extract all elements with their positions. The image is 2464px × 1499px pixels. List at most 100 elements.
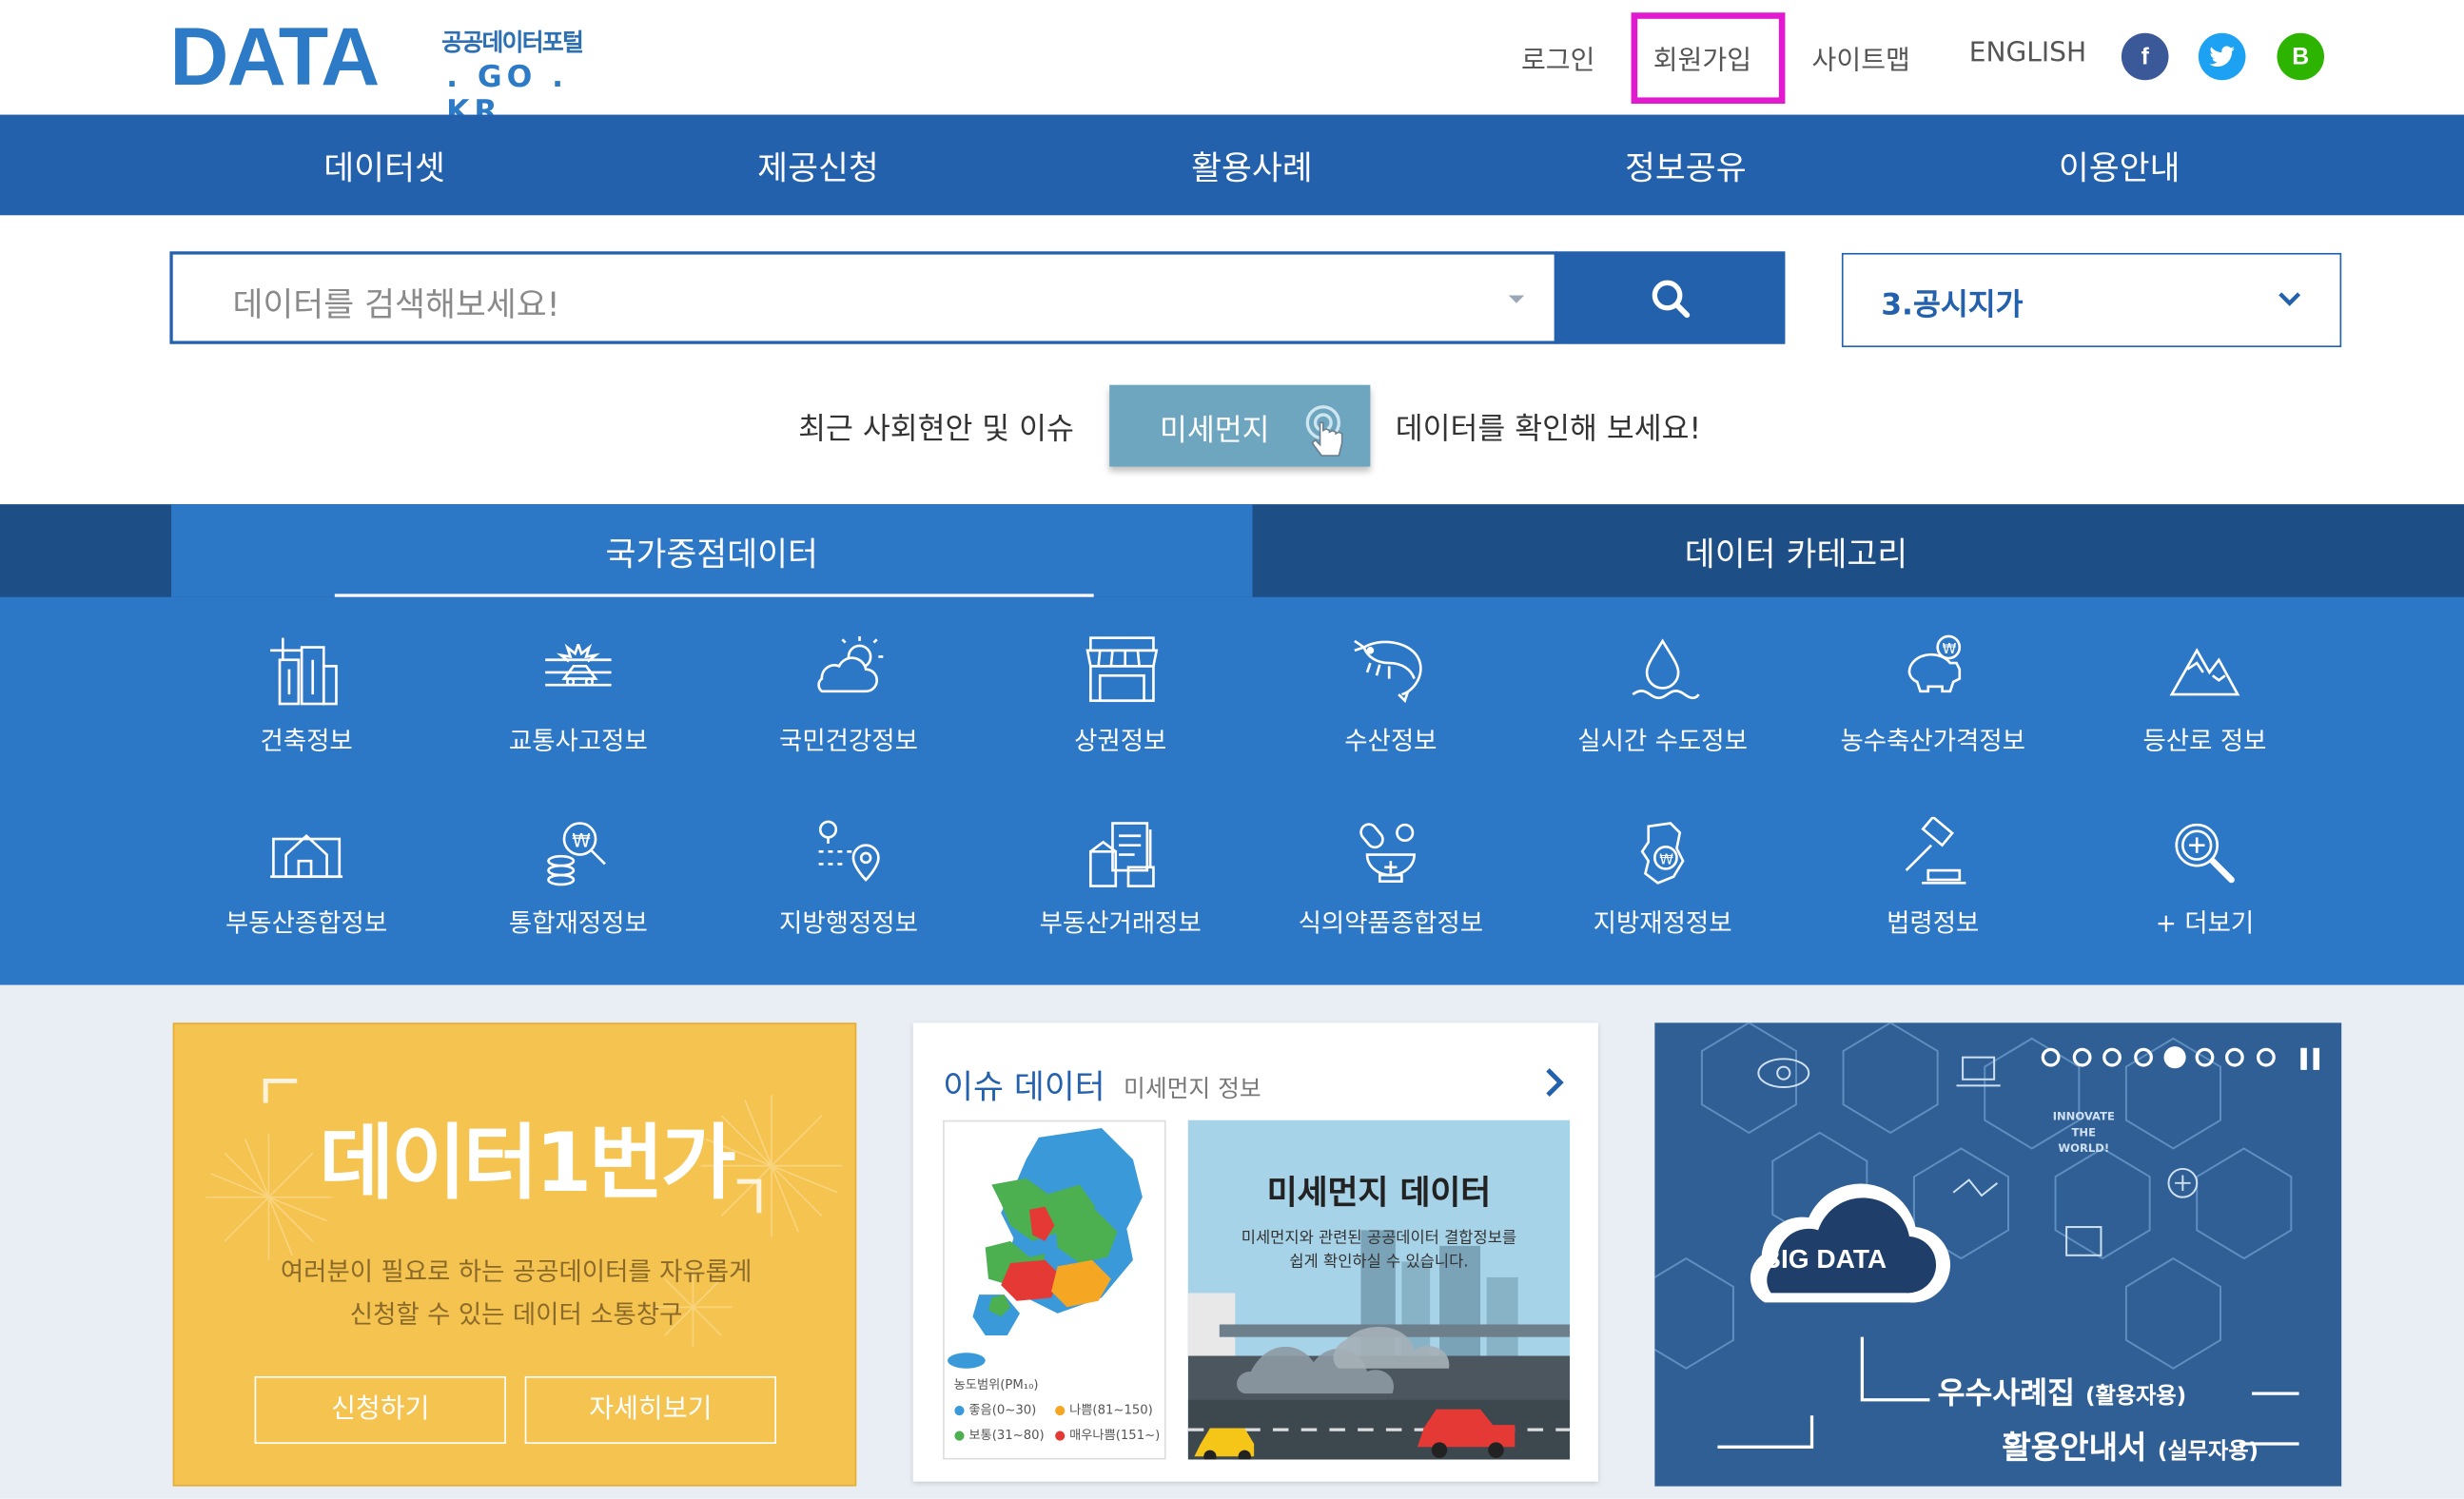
sitemap-link[interactable]: 사이트맵	[1812, 38, 1910, 77]
store-icon	[1085, 636, 1159, 703]
fine-dust-image-desc2: 쉽게 확인하실 수 있습니다.	[1289, 1254, 1469, 1272]
real-estate-doc-icon	[1089, 822, 1155, 887]
svg-text:₩: ₩	[1659, 850, 1673, 867]
nav-guide[interactable]: 이용안내	[2059, 143, 2180, 190]
legend-good-label: 좋음(0~30)	[968, 1403, 1037, 1417]
search-dropdown-caret-icon[interactable]	[1508, 295, 1525, 303]
category-item-water[interactable]: 실시간 수도정보	[1528, 632, 1798, 757]
slide-dot[interactable]	[2133, 1047, 2153, 1067]
issue-data-card[interactable]: 이슈 데이터 미세먼지 정보 농도범위(PM₁₀) ● 좋음(0~30) ● 나…	[912, 1022, 1598, 1482]
english-link[interactable]: ENGLISH	[1969, 38, 2086, 69]
pause-icon[interactable]	[2299, 1046, 2321, 1071]
building-icon	[270, 637, 338, 706]
legend-bad-label: 나쁨(81~150)	[1069, 1403, 1153, 1417]
category-label: 지방재정정보	[1593, 907, 1732, 939]
category-item-local-admin[interactable]: 지방행정정보	[714, 817, 984, 940]
slide-dot[interactable]	[2224, 1047, 2244, 1067]
category-label: 등산로 정보	[2142, 726, 2267, 756]
issue-select-value: 3.공시지가	[1881, 287, 2024, 322]
search-input[interactable]: 데이터를 검색해보세요!	[169, 251, 1557, 344]
issue-select[interactable]: 3.공시지가	[1841, 252, 2342, 348]
issue-prefix: 최근 사회현안 및 이슈	[798, 411, 1074, 447]
legend-very-bad-label: 매우나쁨(151~)	[1069, 1428, 1161, 1443]
korea-map-image	[948, 1127, 1143, 1369]
category-label: 농수축산가격정보	[1840, 726, 2025, 756]
finance-search-icon: ₩	[547, 822, 606, 886]
slide-dot[interactable]	[2256, 1047, 2275, 1067]
nav-request[interactable]: 제공신청	[757, 143, 879, 190]
cloud-icon	[1750, 1183, 1951, 1303]
slide-dot[interactable]	[2102, 1047, 2122, 1067]
medicine-mortar-icon	[1359, 823, 1416, 883]
legend-normal-label: 보통(31~80)	[968, 1428, 1045, 1443]
chevron-down-icon	[2278, 292, 2301, 306]
category-item-law[interactable]: 법령정보	[1798, 816, 2068, 940]
nav-dataset[interactable]: 데이터셋	[323, 143, 445, 190]
category-item-more[interactable]: + 더보기	[2069, 817, 2339, 940]
main-nav: 데이터셋 제공신청 활용사례 정보공유 이용안내	[0, 114, 2464, 216]
category-label: 지방행정정보	[779, 907, 918, 939]
category-item-fishery[interactable]: 수산정보	[1256, 632, 1526, 757]
tab-national-key-data-label: 국가중점데이터	[605, 535, 818, 574]
piggy-bank-icon: ₩	[1907, 634, 1962, 693]
logo-subtitle: 공공데이터포털	[441, 28, 584, 57]
slide-dot[interactable]	[2041, 1047, 2061, 1067]
water-drop-icon	[1632, 638, 1700, 700]
svg-text:₩: ₩	[1943, 640, 1957, 657]
twitter-icon[interactable]	[2198, 32, 2246, 81]
category-item-medicine[interactable]: 식의약품종합정보	[1256, 817, 1526, 940]
category-label: 실시간 수도정보	[1577, 726, 1748, 756]
chevron-right-icon[interactable]	[1541, 1067, 1566, 1099]
svg-text:₩: ₩	[572, 829, 591, 851]
nav-use-cases[interactable]: 활용사례	[1191, 143, 1313, 190]
issue-fine-dust-button[interactable]: 미세먼지	[1109, 384, 1371, 467]
category-item-real-estate[interactable]: 부동산종합정보	[171, 817, 441, 940]
category-label: 상권정보	[1074, 726, 1167, 756]
fine-dust-image: 미세먼지 데이터 미세먼지와 관련된 공공데이터 결합정보를 쉽게 확인하실 수…	[1187, 1119, 1571, 1460]
portal-logo[interactable]: DATA 공공데이터포털 . GO . KR	[169, 16, 625, 129]
join-link[interactable]: 회원가입	[1653, 38, 1751, 77]
category-item-finance[interactable]: ₩ 통합재정정보	[443, 817, 714, 940]
legend-normal: ● 보통(31~80)	[953, 1428, 1045, 1443]
view-detail-button[interactable]: 자세히보기	[524, 1375, 776, 1445]
data-request-title: 데이터1번가	[319, 1117, 735, 1212]
category-item-commerce[interactable]: 상권정보	[986, 632, 1256, 757]
category-item-real-estate-trade[interactable]: 부동산거래정보	[986, 817, 1256, 940]
case-book-sub: (활용자용)	[2084, 1384, 2187, 1410]
category-label: 건축정보	[260, 726, 353, 756]
legend-good: ● 좋음(0~30)	[953, 1403, 1037, 1417]
category-item-building[interactable]: 건축정보	[171, 632, 441, 757]
data-request-card[interactable]: 데이터1번가 여러분이 필요로 하는 공공데이터를 자유롭게 신청할 수 있는 …	[172, 1022, 857, 1487]
house-icon	[270, 833, 343, 879]
facebook-icon[interactable]: f	[2121, 32, 2169, 81]
big-data-label: BIG DATA	[1761, 1244, 1887, 1275]
category-item-price[interactable]: ₩ 농수축산가격정보	[1798, 632, 2068, 757]
search-icon	[1652, 279, 1691, 318]
category-label: 통합재정정보	[508, 907, 648, 939]
category-item-health[interactable]: 국민건강정보	[714, 632, 984, 757]
innovate-tagline: INNOVATE THE WORLD!	[2052, 1110, 2115, 1156]
slide-dot[interactable]	[2163, 1046, 2186, 1069]
bigdata-banner-card[interactable]: INNOVATE THE WORLD! BIG DATA 우수사례집 (활용자용…	[1654, 1022, 2342, 1487]
category-label: 법령정보	[1887, 907, 1980, 939]
case-book-title: 우수사례집	[1937, 1375, 2076, 1411]
slide-dot[interactable]	[2194, 1047, 2214, 1067]
slide-dot[interactable]	[2071, 1047, 2091, 1067]
tab-national-key-data[interactable]: 국가중점데이터	[171, 504, 1253, 597]
legend-bad: ● 나쁨(81~150)	[1054, 1403, 1153, 1417]
category-item-local-finance[interactable]: ₩ 지방재정정보	[1528, 817, 1798, 940]
category-item-hiking[interactable]: 등산로 정보	[2069, 632, 2339, 757]
search-button[interactable]	[1555, 251, 1786, 344]
nav-info-share[interactable]: 정보공유	[1625, 143, 1747, 190]
category-item-traffic[interactable]: 교통사고정보	[443, 632, 714, 757]
mountain-icon	[2169, 648, 2240, 696]
guide-book-sub: (실무자용)	[2157, 1439, 2259, 1465]
apply-button[interactable]: 신청하기	[254, 1375, 506, 1445]
issue-button-label: 미세먼지	[1160, 413, 1270, 448]
tab-data-category[interactable]: 데이터 카테고리	[1252, 530, 2339, 577]
legend-very-bad: ● 매우나쁨(151~)	[1054, 1428, 1161, 1443]
region-money-icon: ₩	[1640, 822, 1685, 885]
login-link[interactable]: 로그인	[1521, 38, 1595, 77]
blog-icon[interactable]: B	[2277, 32, 2325, 81]
fine-dust-map: 농도범위(PM₁₀) ● 좋음(0~30) ● 나쁨(81~150) ● 보통(…	[943, 1119, 1166, 1460]
